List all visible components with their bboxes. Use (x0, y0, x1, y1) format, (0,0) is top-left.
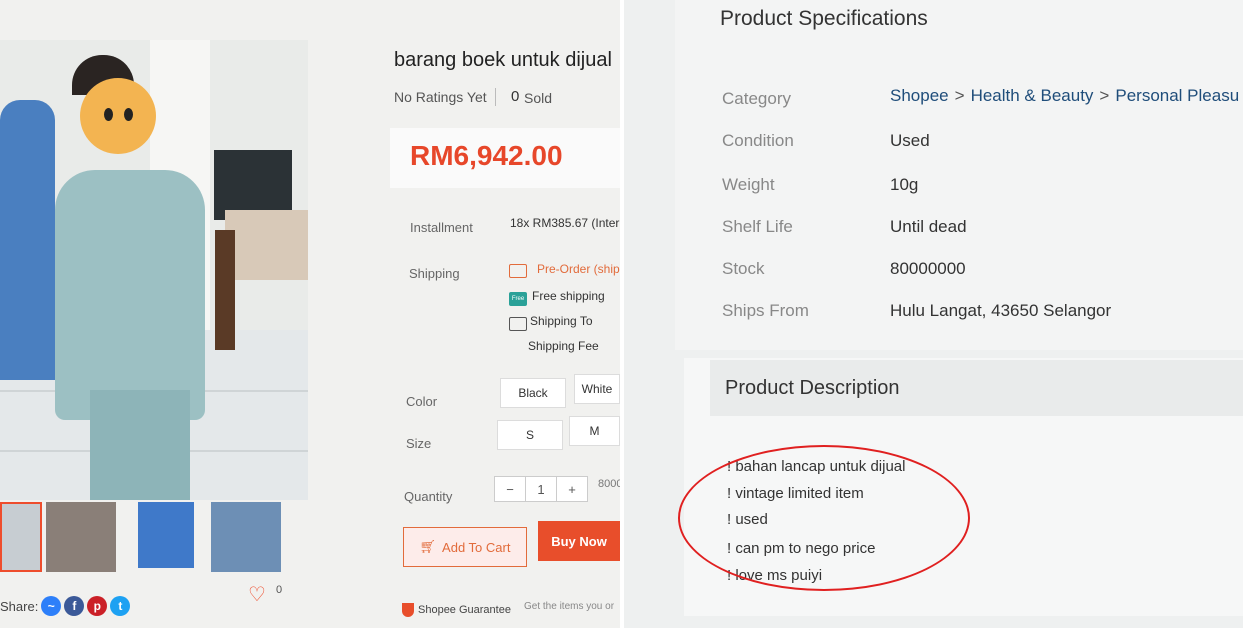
thumbnail-image[interactable] (0, 502, 42, 572)
photo-table (225, 210, 308, 280)
calendar-icon (509, 264, 527, 278)
shipping-label: Shipping (409, 266, 460, 281)
free-shipping-icon: Free (509, 292, 527, 306)
quantity-label: Quantity (404, 489, 453, 504)
breadcrumb-separator: > (954, 86, 965, 105)
thumbnail-strip (0, 502, 290, 580)
breadcrumb-separator: > (1099, 86, 1110, 105)
share-bar: Share: ~ f p t (0, 596, 131, 616)
spec-label-ships-from: Ships From (722, 301, 809, 320)
quantity-increase-button[interactable]: + (557, 477, 587, 501)
quantity-decrease-button[interactable]: − (495, 477, 526, 501)
color-option-white[interactable]: White (574, 374, 620, 404)
stat-divider (495, 88, 496, 106)
thumbnail-image[interactable] (46, 502, 116, 572)
guarantee-label: Shopee Guarantee (418, 604, 511, 616)
spec-value-ships-from: Hulu Langat, 43650 Selangor (890, 301, 1112, 320)
shopee-guarantee: Shopee Guarantee (402, 603, 511, 617)
shipping-fee-text: Shipping Fee (528, 339, 599, 353)
breadcrumb-link-shopee[interactable]: Shopee (890, 86, 949, 105)
spec-label-weight: Weight (722, 175, 775, 194)
guarantee-note: Get the items you or (524, 601, 615, 612)
product-price: RM6,942.00 (410, 140, 563, 171)
facebook-icon[interactable]: f (64, 596, 85, 616)
size-option-m[interactable]: M (569, 416, 620, 446)
cart-icon: 🛒︎ (419, 539, 437, 554)
sold-count: 0 (511, 88, 520, 105)
preorder-text: Pre-Order (ships (537, 262, 620, 276)
category-label: Category (722, 89, 791, 108)
photo-adult-figure (0, 100, 55, 380)
free-shipping-text: Free shipping (532, 289, 605, 303)
like-heart-icon[interactable]: ♡ (248, 582, 266, 607)
emoji-eye (124, 108, 133, 121)
installment-value[interactable]: 18x RM385.67 (Inter (510, 216, 619, 230)
quantity-stepper: − 1 + (494, 476, 588, 502)
buy-now-button[interactable]: Buy Now (538, 521, 620, 561)
truck-icon (509, 317, 527, 331)
product-main-image[interactable] (0, 40, 308, 500)
spec-value-stock: 80000000 (890, 259, 966, 278)
shipping-to-text[interactable]: Shipping To (530, 314, 593, 328)
sold-label: Sold (524, 90, 553, 106)
spec-value-shelf-life: Until dead (890, 217, 967, 236)
shield-icon (402, 603, 414, 617)
quantity-available: 8000 (598, 478, 620, 490)
installment-label: Installment (410, 220, 473, 235)
spec-label-condition: Condition (722, 131, 794, 150)
product-title: barang boek untuk dijual (394, 49, 612, 71)
spec-label-stock: Stock (722, 259, 765, 278)
twitter-icon[interactable]: t (110, 596, 131, 616)
messenger-icon[interactable]: ~ (41, 596, 62, 616)
add-to-cart-button[interactable]: 🛒︎ Add To Cart (403, 527, 527, 567)
spec-value-weight: 10g (890, 175, 919, 194)
photo-child-outfit (55, 170, 205, 420)
spec-label-shelf-life: Shelf Life (722, 217, 793, 236)
size-option-s[interactable]: S (497, 420, 563, 450)
highlight-circle-annotation (678, 445, 970, 591)
quantity-input[interactable]: 1 (526, 477, 557, 501)
emoji-eye (104, 108, 113, 121)
description-title: Product Description (725, 377, 900, 399)
color-label: Color (406, 394, 438, 409)
share-label: Share: (0, 598, 39, 614)
size-label: Size (406, 436, 432, 451)
color-option-black[interactable]: Black (500, 378, 566, 408)
specifications-title: Product Specifications (720, 7, 928, 30)
face-cover-emoji-icon (80, 78, 156, 154)
add-to-cart-label: Add To Cart (442, 539, 511, 555)
thumbnail-image[interactable] (211, 502, 281, 572)
like-count: 0 (276, 584, 283, 596)
photo-chair (215, 230, 235, 350)
category-breadcrumb: Shopee > Health & Beauty > Personal Pleasu (890, 86, 1239, 106)
spec-value-condition: Used (890, 131, 930, 150)
breadcrumb-link-health-beauty[interactable]: Health & Beauty (971, 86, 1094, 105)
pinterest-icon[interactable]: p (87, 596, 108, 616)
breadcrumb-link-personal-pleasure[interactable]: Personal Pleasu (1115, 86, 1239, 105)
photo-child-legs (90, 390, 190, 500)
thumbnail-image[interactable] (138, 502, 194, 568)
ratings-status: No Ratings Yet (394, 89, 487, 105)
product-listing-screenshot: Share: ~ f p t ♡ 0 barang boek untuk dij… (0, 0, 620, 628)
